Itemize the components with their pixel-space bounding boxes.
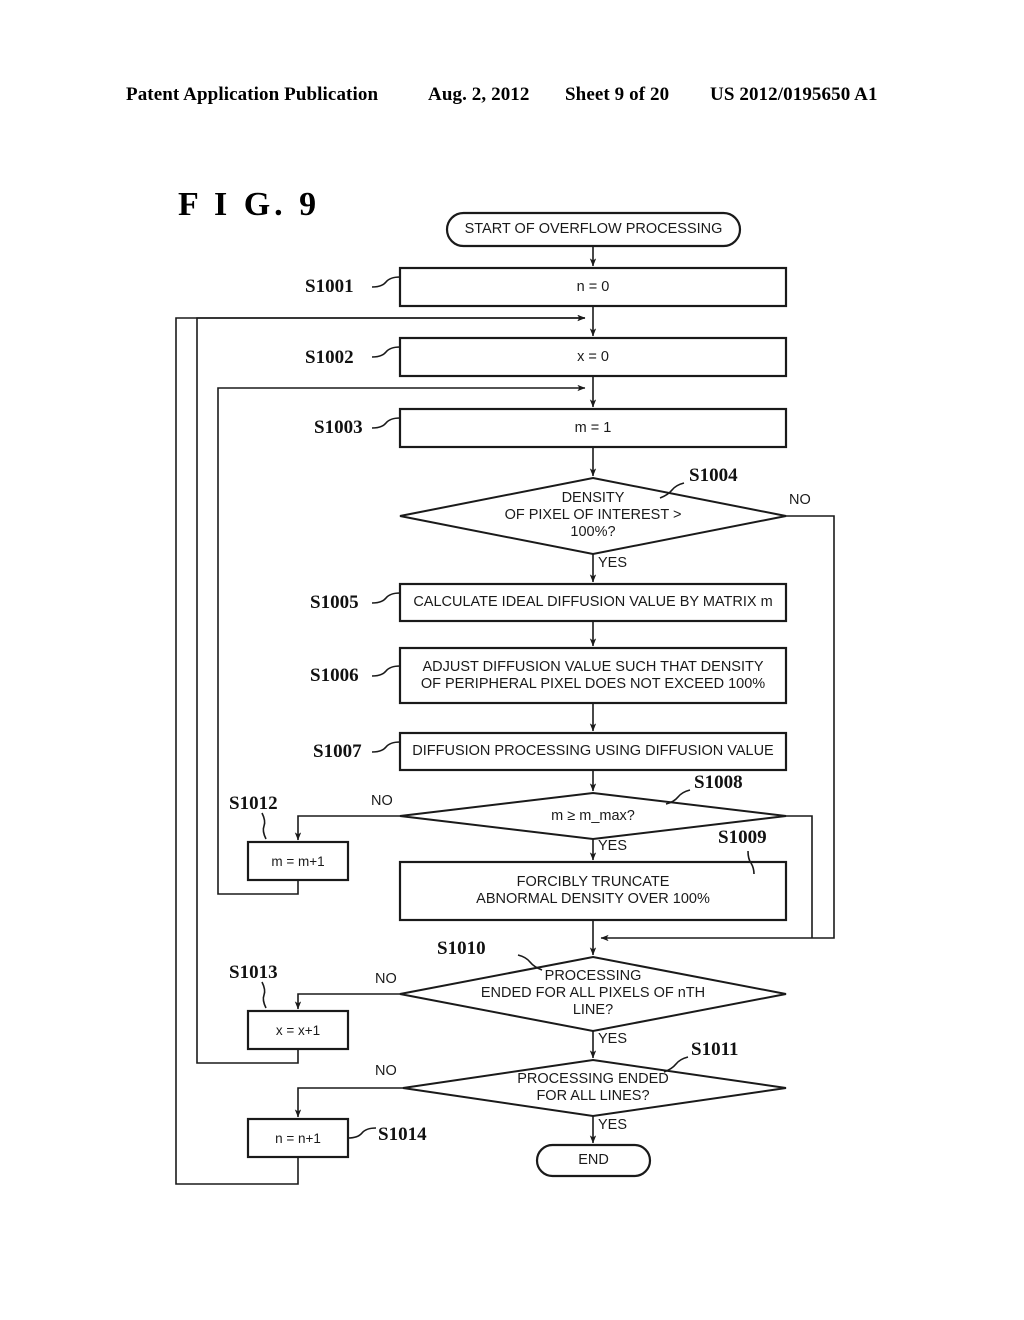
step-label-s1006: S1006 [310,665,359,686]
leader-s1006 [371,665,401,677]
branch-label-s1010-no: NO [375,971,397,987]
s1002-box-shape [398,336,788,378]
step-label-s1007: S1007 [313,741,362,762]
s1009-box-shape [398,860,788,922]
s1013-box-shape [246,1009,350,1051]
s1012-box-shape [246,840,350,882]
step-label-s1001: S1001 [305,276,354,297]
start-terminal-shape [445,211,742,248]
flowchart-diagram [175,211,835,1185]
connector-s1004-no-path [600,515,835,942]
s1001-box-shape [398,266,788,308]
s1011-diamond-shape [402,1058,787,1118]
connector-s1011-no-path [294,1087,403,1118]
connector-s1008-no-path [294,815,400,841]
connector-s1008-right-bus [786,815,813,938]
leader-s1014 [347,1127,377,1139]
end-terminal-shape [535,1143,652,1178]
step-label-s1003: S1003 [314,417,363,438]
s1005-box-shape [398,582,788,623]
leader-s1007 [371,741,401,753]
step-label-s1010: S1010 [437,938,486,959]
s1003-box-shape [398,407,788,449]
step-label-s1011: S1011 [691,1039,739,1060]
leader-s1010 [517,954,543,971]
step-label-s1013: S1013 [229,962,278,983]
leader-s1011 [663,1056,689,1073]
s1007-box-shape [398,731,788,772]
s1006-box-shape [398,646,788,705]
step-label-s1014: S1014 [378,1124,427,1145]
branch-label-s1011-yes: YES [598,1117,628,1133]
step-label-s1002: S1002 [305,347,354,368]
leader-s1002 [371,346,401,358]
connector-s1010-no-path [294,993,400,1010]
step-label-s1012: S1012 [229,793,278,814]
branch-label-s1008-no: NO [371,793,393,809]
connector-s1013-feedback-path [196,314,586,1064]
s1010-diamond-shape [399,955,787,1033]
branch-label-s1004-no: NO [789,492,811,508]
leader-s1005 [371,592,401,604]
leader-s1001 [371,276,401,288]
s1004-diamond-shape [399,476,787,556]
step-label-s1008: S1008 [694,772,743,793]
connector-s1012-feedback-path [217,384,586,895]
leader-s1013 [261,981,267,1009]
step-label-s1005: S1005 [310,592,359,613]
branch-label-s1008-yes: YES [598,838,628,854]
leader-s1012 [261,812,267,840]
leader-s1003 [371,417,401,429]
branch-label-s1004-yes: YES [598,555,628,571]
step-label-s1009: S1009 [718,827,767,848]
s1014-box-shape [246,1117,350,1159]
step-label-s1004: S1004 [689,465,738,486]
branch-label-s1011-no: NO [375,1063,397,1079]
branch-label-s1010-yes: YES [598,1031,628,1047]
